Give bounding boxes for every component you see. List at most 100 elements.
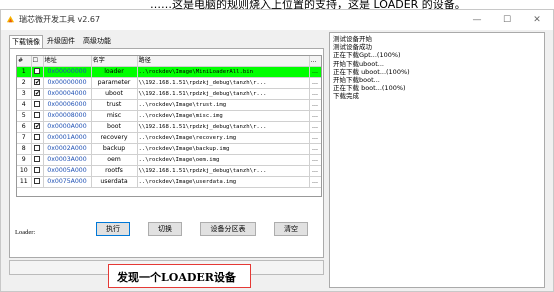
row-checkbox[interactable]: [31, 132, 44, 144]
tab-download-image[interactable]: 下载镜像: [9, 35, 43, 49]
maximize-button[interactable]: ☐: [493, 12, 521, 28]
row-path[interactable]: \\192.168.1.51\rpdzkj_debug\tanzh\r...: [137, 121, 310, 133]
row-path[interactable]: \\192.168.1.51\rpdzkj_debug\tanzh\r...: [137, 165, 310, 177]
row-browse-button[interactable]: ...: [309, 143, 321, 155]
row-path[interactable]: ..\rockdev\Image\recovery.img: [137, 132, 310, 144]
row-path[interactable]: ..\rockdev\Image\trust.img: [137, 99, 310, 111]
row-browse-button[interactable]: ...: [309, 99, 321, 111]
table-row[interactable]: 7 0x0001A000 recovery ..\rockdev\Image\r…: [17, 132, 321, 144]
close-button[interactable]: ✕: [523, 12, 551, 28]
row-browse-button[interactable]: ...: [309, 132, 321, 144]
row-browse-button[interactable]: ...: [309, 121, 321, 133]
table-row[interactable]: 2 ✔ 0x00000000 parameter \\192.168.1.51\…: [17, 77, 321, 89]
tab-advanced[interactable]: 高级功能: [81, 35, 113, 47]
top-caption-text: ……这是电脑的规则烧入上位置的支持，这是 LOADER 的设备。: [150, 0, 466, 9]
row-name: backup: [91, 143, 138, 155]
row-path[interactable]: ..\rockdev\Image\MiniLoaderAll.bin: [137, 66, 310, 78]
checkbox[interactable]: [34, 101, 40, 107]
table-row[interactable]: 4 0x00006000 trust ..\rockdev\Image\trus…: [17, 99, 321, 111]
row-address: 0x00006000: [43, 99, 92, 111]
table-row[interactable]: 1 0x00000000 loader ..\rockdev\Image\Min…: [17, 66, 321, 78]
row-path[interactable]: ..\rockdev\Image\userdata.img: [137, 176, 310, 188]
row-path[interactable]: ..\rockdev\Image\backup.img: [137, 143, 310, 155]
switch-button[interactable]: 切换: [148, 222, 182, 236]
row-checkbox[interactable]: [31, 154, 44, 166]
row-index: 9: [17, 154, 32, 166]
column-header-path: 路径: [137, 56, 310, 67]
table-row[interactable]: 8 0x0002A000 backup ..\rockdev\Image\bac…: [17, 143, 321, 155]
run-button[interactable]: 执行: [96, 222, 130, 236]
row-checkbox[interactable]: ✔: [31, 88, 44, 100]
row-index: 3: [17, 88, 32, 100]
row-name: oem: [91, 154, 138, 166]
checkbox[interactable]: [34, 156, 40, 162]
checkbox[interactable]: [34, 178, 40, 184]
row-path[interactable]: ..\rockdev\Image\misc.img: [137, 110, 310, 122]
row-address: 0x0005A000: [43, 165, 92, 177]
log-line: 下载完成: [333, 92, 359, 101]
row-checkbox[interactable]: [31, 176, 44, 188]
row-path[interactable]: ..\rockdev\Image\oem.img: [137, 154, 310, 166]
row-checkbox[interactable]: [31, 66, 44, 78]
checkbox[interactable]: [34, 167, 40, 173]
row-browse-button[interactable]: ...: [309, 165, 321, 177]
row-address: 0x00008000: [43, 110, 92, 122]
clear-button[interactable]: 清空: [274, 222, 308, 236]
row-address: 0x00000000: [43, 77, 92, 89]
table-row[interactable]: 11 0x0075A000 userdata ..\rockdev\Image\…: [17, 176, 321, 188]
row-address: 0x00004000: [43, 88, 92, 100]
status-message: 发现一个LOADER设备: [117, 271, 236, 284]
row-address: 0x0002A000: [43, 143, 92, 155]
row-address: 0x0000A000: [43, 121, 92, 133]
log-line: 测试设备开始: [333, 35, 372, 43]
table-row[interactable]: 3 ✔ 0x00004000 uboot \\192.168.1.51\rpdz…: [17, 88, 321, 100]
row-address: 0x00000000: [43, 66, 92, 78]
checkbox[interactable]: ✔: [34, 123, 40, 130]
table-row[interactable]: 6 ✔ 0x0000A000 boot \\192.168.1.51\rpdzk…: [17, 121, 321, 133]
row-browse-button[interactable]: ...: [309, 154, 321, 166]
app-logo-icon: [6, 15, 15, 23]
row-checkbox[interactable]: [31, 165, 44, 177]
tab-upgrade-firmware[interactable]: 升级固件: [45, 35, 77, 47]
column-header-address: 地址: [43, 56, 92, 67]
row-path[interactable]: \\192.168.1.51\rpdzkj_debug\tanzh\r...: [137, 77, 310, 89]
table-row[interactable]: 9 0x0003A000 oem ..\rockdev\Image\oem.im…: [17, 154, 321, 166]
row-path[interactable]: \\192.168.1.51\rpdzkj_debug\tanzh\r...: [137, 88, 310, 100]
row-browse-button[interactable]: ...: [309, 66, 321, 78]
row-name: userdata: [91, 176, 138, 188]
row-checkbox[interactable]: [31, 99, 44, 111]
row-checkbox[interactable]: ✔: [31, 77, 44, 89]
loader-label: Loader:: [15, 229, 36, 236]
row-checkbox[interactable]: [31, 143, 44, 155]
table-row[interactable]: 10 0x0005A000 rootfs \\192.168.1.51\rpdz…: [17, 165, 321, 177]
row-name: misc: [91, 110, 138, 122]
row-checkbox[interactable]: ✔: [31, 121, 44, 133]
column-header-select-all[interactable]: ☐: [31, 56, 44, 67]
checkbox[interactable]: [34, 134, 40, 140]
window-title: 瑞芯微开发工具 v2.67: [19, 15, 101, 24]
table-row[interactable]: 5 0x00008000 misc ..\rockdev\Image\misc.…: [17, 110, 321, 122]
log-line: 开始下载uboot...: [333, 59, 384, 68]
minimize-button[interactable]: —: [463, 12, 491, 28]
download-panel: # ☐ 地址 名字 路径 ... 1 0x00000000 loader ..\…: [9, 48, 324, 258]
checkbox[interactable]: ✔: [34, 79, 40, 86]
row-name: trust: [91, 99, 138, 111]
row-address: 0x0001A000: [43, 132, 92, 144]
row-name: uboot: [91, 88, 138, 100]
checkbox[interactable]: [34, 112, 40, 118]
row-browse-button[interactable]: ...: [309, 88, 321, 100]
partition-table-button[interactable]: 设备分区表: [200, 222, 256, 236]
checkbox[interactable]: [34, 68, 40, 74]
row-index: 4: [17, 99, 32, 111]
checkbox[interactable]: [34, 145, 40, 151]
row-browse-button[interactable]: ...: [309, 110, 321, 122]
log-panel[interactable]: 测试设备开始 测试设备成功 正在下载Gpt...(100%) 开始下载uboot…: [329, 32, 545, 288]
row-name: boot: [91, 121, 138, 133]
row-address: 0x0003A000: [43, 154, 92, 166]
column-header-name: 名字: [91, 56, 138, 67]
row-browse-button[interactable]: ...: [309, 77, 321, 89]
row-name: parameter: [91, 77, 138, 89]
checkbox[interactable]: ✔: [34, 90, 40, 97]
row-browse-button[interactable]: ...: [309, 176, 321, 188]
row-checkbox[interactable]: [31, 110, 44, 122]
